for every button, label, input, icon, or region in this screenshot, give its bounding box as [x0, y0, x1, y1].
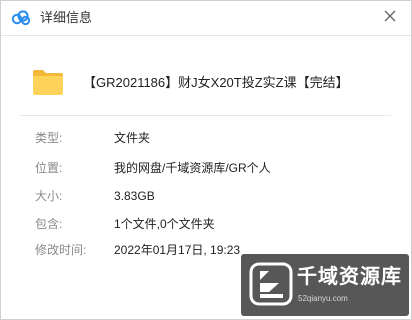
dialog-title: 详细信息 [40, 10, 93, 25]
close-icon [384, 9, 396, 27]
watermark: 千域资源库 52qianyu.com [241, 254, 409, 316]
detail-row-location: 位置: 我的网盘/千域资源库/GR个人 [1, 158, 411, 178]
size-value: 3.83GB [114, 189, 155, 203]
type-value: 文件夹 [114, 131, 151, 145]
file-name: 【GR2021186】财J女X20T投Z实Z课【完结】 [83, 75, 349, 90]
modified-value: 2022年01月17日, 19:23 [114, 243, 241, 257]
folder-icon [32, 67, 64, 97]
cloud-icon [11, 10, 31, 26]
type-label: 类型: [35, 131, 63, 145]
location-label: 位置: [35, 161, 63, 175]
watermark-url: 52qianyu.com [298, 294, 348, 303]
modified-label: 修改时间: [35, 243, 87, 257]
section-divider [21, 115, 391, 116]
detail-row-contains: 包含: 1个文件,0个文件夹 [1, 214, 411, 234]
contains-value: 1个文件,0个文件夹 [114, 217, 215, 231]
watermark-logo-icon [249, 262, 293, 306]
title-divider [1, 35, 411, 36]
contains-label: 包含: [35, 217, 63, 231]
close-button[interactable] [377, 5, 403, 31]
detail-row-type: 类型: 文件夹 [1, 128, 411, 148]
watermark-name: 千域资源库 [297, 266, 402, 288]
size-label: 大小: [35, 189, 63, 203]
location-value: 我的网盘/千域资源库/GR个人 [114, 161, 271, 175]
title-bar: 详细信息 [1, 1, 411, 35]
detail-row-size: 大小: 3.83GB [1, 186, 411, 206]
